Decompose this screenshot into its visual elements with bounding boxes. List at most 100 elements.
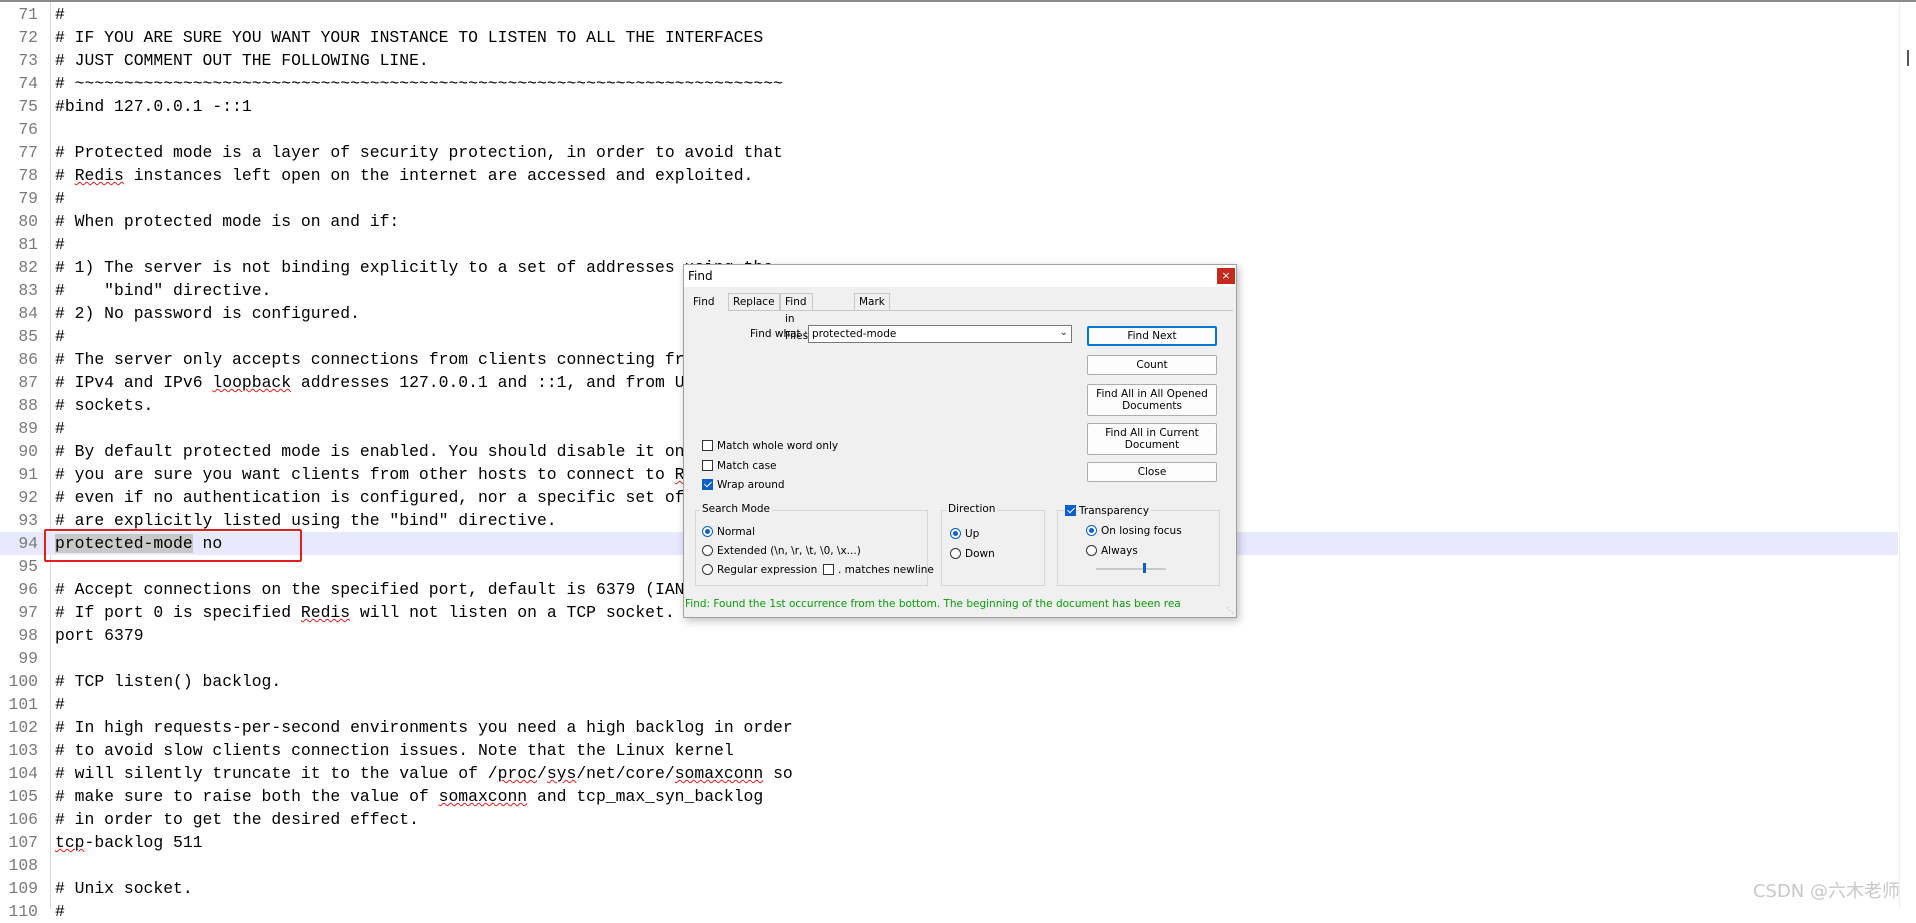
tab-find[interactable]: Find (688, 293, 720, 311)
editor-line[interactable]: 104 # will silently truncate it to the va… (0, 762, 1898, 785)
line-text[interactable]: # you are sure you want clients from oth… (55, 463, 724, 486)
direction-up-radio[interactable] (950, 528, 961, 539)
chevron-down-icon[interactable]: ⌄ (1060, 327, 1068, 338)
editor-line[interactable]: 75 #bind 127.0.0.1 -::1 (0, 95, 1898, 118)
editor-line[interactable]: 98 port 6379 (0, 624, 1898, 647)
matches-newline-checkbox[interactable] (823, 564, 834, 575)
find-what-input[interactable]: protected-mode ⌄ (808, 325, 1072, 343)
line-text[interactable]: # (55, 187, 65, 210)
always-label: Always (1101, 545, 1138, 557)
editor-line[interactable]: 100 # TCP listen() backlog. (0, 670, 1898, 693)
line-text[interactable]: #bind 127.0.0.1 -::1 (55, 95, 252, 118)
line-text[interactable]: # (55, 325, 65, 348)
editor-line[interactable]: 101 # (0, 693, 1898, 716)
line-text[interactable]: # Unix socket. (55, 877, 193, 900)
line-text[interactable]: # to avoid slow clients connection issue… (55, 739, 734, 762)
find-dialog[interactable]: Find × Find Replace Find in Files Mark F… (683, 264, 1237, 618)
editor-line[interactable]: 80 # When protected mode is on and if: (0, 210, 1898, 233)
editor-line[interactable]: 78 # Redis instances left open on the int… (0, 164, 1898, 187)
editor-line[interactable]: 73 # JUST COMMENT OUT THE FOLLOWING LINE. (0, 49, 1898, 72)
line-text[interactable]: # ~~~~~~~~~~~~~~~~~~~~~~~~~~~~~~~~~~~~~~… (55, 72, 783, 95)
line-text[interactable]: # Protected mode is a layer of security … (55, 141, 783, 164)
direction-down-label: Down (965, 548, 995, 560)
line-text[interactable]: # By default protected mode is enabled. … (55, 440, 734, 463)
editor-line[interactable]: 106 # in order to get the desired effect. (0, 808, 1898, 831)
on-losing-focus-radio[interactable] (1086, 525, 1097, 536)
tab-mark[interactable]: Mark (854, 293, 890, 311)
line-text[interactable]: # JUST COMMENT OUT THE FOLLOWING LINE. (55, 49, 429, 72)
line-text[interactable]: # (55, 693, 65, 716)
find-what-value: protected-mode (812, 328, 897, 340)
find-all-opened-label-1: Find All in All Opened (1096, 388, 1208, 400)
line-text[interactable]: # will silently truncate it to the value… (55, 762, 793, 785)
vertical-scrollbar[interactable] (1899, 2, 1916, 909)
editor-line[interactable]: 79 # (0, 187, 1898, 210)
line-text[interactable]: # If port 0 is specified Redis will not … (55, 601, 675, 624)
find-next-button[interactable]: Find Next (1087, 326, 1217, 346)
editor-line[interactable]: 107 tcp-backlog 511 (0, 831, 1898, 854)
regex-radio[interactable] (702, 564, 713, 575)
editor-line[interactable]: 74 # ~~~~~~~~~~~~~~~~~~~~~~~~~~~~~~~~~~~~… (0, 72, 1898, 95)
line-text[interactable]: # (55, 233, 65, 256)
line-text[interactable]: # (55, 3, 65, 26)
line-text[interactable]: port 6379 (55, 624, 144, 647)
editor-line[interactable]: 105 # make sure to raise both the value o… (0, 785, 1898, 808)
editor-line[interactable]: 81 # (0, 233, 1898, 256)
wrap-around-checkbox[interactable] (702, 479, 713, 490)
editor-line[interactable]: 76 (0, 118, 1898, 141)
count-button[interactable]: Count (1087, 355, 1217, 375)
extended-radio[interactable] (702, 545, 713, 556)
line-text[interactable]: # (55, 417, 65, 440)
line-text[interactable]: # When protected mode is on and if: (55, 210, 399, 233)
close-button[interactable]: Close (1087, 462, 1217, 482)
line-number: 91 (18, 465, 38, 484)
line-number: 89 (18, 419, 38, 438)
dialog-title: Find (688, 269, 713, 283)
transparency-slider[interactable] (1096, 568, 1166, 570)
editor-line[interactable]: 99 (0, 647, 1898, 670)
line-number: 97 (18, 603, 38, 622)
line-text[interactable]: # In high requests-per-second environmen… (55, 716, 793, 739)
line-text[interactable]: # in order to get the desired effect. (55, 808, 419, 831)
find-all-current-button[interactable]: Find All in Current Document (1087, 423, 1217, 455)
transparency-slider-thumb[interactable] (1143, 563, 1146, 573)
editor-line[interactable]: 103 # to avoid slow clients connection is… (0, 739, 1898, 762)
dialog-titlebar[interactable]: Find × (684, 265, 1236, 287)
line-text[interactable]: # "bind" directive. (55, 279, 271, 302)
editor-line[interactable]: 108 (0, 854, 1898, 877)
editor-line[interactable]: 72 # IF YOU ARE SURE YOU WANT YOUR INSTAN… (0, 26, 1898, 49)
tab-replace[interactable]: Replace (728, 293, 780, 311)
always-radio[interactable] (1086, 545, 1097, 556)
line-text[interactable]: # TCP listen() backlog. (55, 670, 281, 693)
matches-newline-label: . matches newline (838, 564, 934, 576)
line-text[interactable]: # sockets. (55, 394, 153, 417)
transparency-checkbox[interactable] (1065, 505, 1076, 516)
line-number: 72 (18, 28, 38, 47)
editor-line[interactable]: 71 # (0, 3, 1898, 26)
line-text[interactable]: # The server only accepts connections fr… (55, 348, 744, 371)
direction-down-radio[interactable] (950, 548, 961, 559)
line-text[interactable]: # 2) No password is configured. (55, 302, 360, 325)
close-icon[interactable]: × (1217, 268, 1235, 284)
line-text[interactable]: # 1) The server is not binding explicitl… (55, 256, 773, 279)
line-text[interactable]: # (55, 900, 65, 923)
match-whole-word-checkbox[interactable] (702, 440, 713, 451)
line-text[interactable]: # IPv4 and IPv6 loopback addresses 127.0… (55, 371, 783, 394)
line-text[interactable]: # IF YOU ARE SURE YOU WANT YOUR INSTANCE… (55, 26, 763, 49)
find-all-opened-button[interactable]: Find All in All Opened Documents (1087, 384, 1217, 416)
editor-line[interactable]: 109 # Unix socket. (0, 877, 1898, 900)
editor-line[interactable]: 102 # In high requests-per-second environ… (0, 716, 1898, 739)
normal-radio[interactable] (702, 526, 713, 537)
editor-line[interactable]: 77 # Protected mode is a layer of securit… (0, 141, 1898, 164)
tab-find-in-files[interactable]: Find in Files (780, 293, 814, 342)
line-text[interactable]: # make sure to raise both the value of s… (55, 785, 763, 808)
line-number: 76 (18, 120, 38, 139)
line-number: 87 (18, 373, 38, 392)
line-text[interactable]: # Redis instances left open on the inter… (55, 164, 753, 187)
match-case-checkbox[interactable] (702, 460, 713, 471)
line-number: 86 (18, 350, 38, 369)
line-text[interactable]: tcp-backlog 511 (55, 831, 203, 854)
resize-grip-icon[interactable]: ⋱ (1226, 606, 1234, 615)
editor-line[interactable]: 110 # (0, 900, 1898, 923)
scrollbar-thumb[interactable] (1907, 50, 1909, 66)
